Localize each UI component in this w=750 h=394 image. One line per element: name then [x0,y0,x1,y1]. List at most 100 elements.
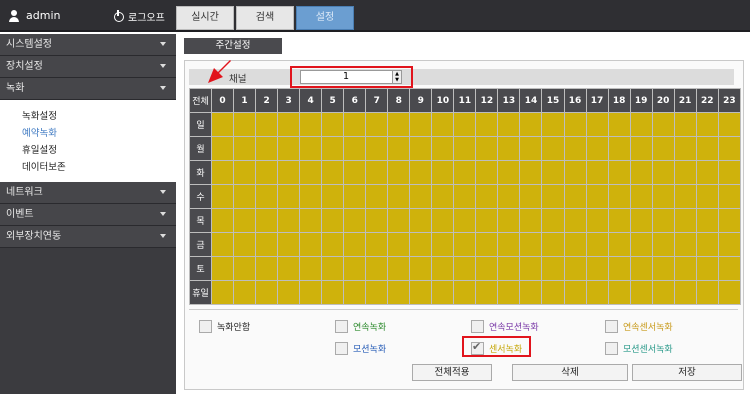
schedule-cell[interactable] [497,112,521,137]
schedule-cell[interactable] [299,256,323,281]
hour-header[interactable]: 1 [233,88,257,113]
schedule-cell[interactable] [233,232,257,257]
schedule-cell[interactable] [233,256,257,281]
schedule-cell[interactable] [607,160,631,185]
schedule-cell[interactable] [343,112,367,137]
schedule-cell[interactable] [607,280,631,305]
schedule-cell[interactable] [629,232,653,257]
schedule-cell[interactable] [255,232,279,257]
schedule-cell[interactable] [453,232,477,257]
hour-header[interactable]: 6 [343,88,367,113]
hour-header[interactable]: 20 [651,88,675,113]
schedule-cell[interactable] [255,184,279,209]
hour-header[interactable]: 17 [585,88,609,113]
menu-record[interactable]: 녹화 [0,78,176,100]
schedule-cell[interactable] [210,256,235,281]
schedule-cell[interactable] [585,184,609,209]
schedule-cell[interactable] [233,136,257,161]
schedule-cell[interactable] [431,256,455,281]
schedule-cell[interactable] [431,208,455,233]
schedule-cell[interactable] [585,208,609,233]
schedule-cell[interactable] [695,160,719,185]
schedule-cell[interactable] [365,280,389,305]
checkbox[interactable] [471,320,484,333]
schedule-cell[interactable] [651,232,675,257]
day-label[interactable]: 일 [189,112,212,137]
schedule-cell[interactable] [563,112,587,137]
schedule-cell[interactable] [695,184,719,209]
schedule-cell[interactable] [607,208,631,233]
schedule-cell[interactable] [343,232,367,257]
hour-header[interactable]: 21 [673,88,697,113]
schedule-cell[interactable] [387,208,411,233]
schedule-cell[interactable] [233,280,257,305]
tab-search[interactable]: 검색 [236,6,294,30]
legend-motion-sensor[interactable]: 모션센서녹화 [605,342,673,355]
schedule-cell[interactable] [233,184,257,209]
schedule-cell[interactable] [519,184,543,209]
schedule-cell[interactable] [519,136,543,161]
schedule-cell[interactable] [475,280,499,305]
schedule-cell[interactable] [321,232,345,257]
legend-no-record[interactable]: 녹화안함 [199,320,250,333]
schedule-cell[interactable] [585,136,609,161]
schedule-cell[interactable] [607,184,631,209]
schedule-cell[interactable] [519,232,543,257]
schedule-cell[interactable] [321,208,345,233]
day-label[interactable]: 금 [189,232,212,257]
hour-header[interactable]: 5 [321,88,345,113]
schedule-cell[interactable] [717,256,742,281]
schedule-cell[interactable] [277,232,301,257]
schedule-cell[interactable] [717,136,742,161]
schedule-cell[interactable] [431,232,455,257]
schedule-cell[interactable] [497,208,521,233]
schedule-cell[interactable] [585,232,609,257]
schedule-cell[interactable] [541,256,565,281]
schedule-cell[interactable] [409,160,433,185]
schedule-cell[interactable] [673,184,697,209]
schedule-cell[interactable] [519,280,543,305]
hour-header[interactable]: 23 [717,88,742,113]
schedule-cell[interactable] [343,256,367,281]
schedule-cell[interactable] [475,184,499,209]
schedule-cell[interactable] [563,256,587,281]
legend-continuous[interactable]: 연속녹화 [335,320,386,333]
hour-header[interactable]: 14 [519,88,543,113]
schedule-cell[interactable] [409,256,433,281]
schedule-cell[interactable] [409,136,433,161]
checkbox[interactable] [605,342,618,355]
schedule-cell[interactable] [210,280,235,305]
schedule-cell[interactable] [453,160,477,185]
schedule-cell[interactable] [541,136,565,161]
schedule-cell[interactable] [453,184,477,209]
schedule-cell[interactable] [365,136,389,161]
schedule-cell[interactable] [365,232,389,257]
schedule-cell[interactable] [497,184,521,209]
schedule-cell[interactable] [541,232,565,257]
sub-item-holiday[interactable]: 휴일설정 [0,142,176,159]
schedule-cell[interactable] [563,160,587,185]
schedule-cell[interactable] [673,208,697,233]
logout-button[interactable]: 로그오프 [114,9,165,24]
legend-motion[interactable]: 모션녹화 [335,342,386,355]
schedule-cell[interactable] [453,136,477,161]
checkbox[interactable] [335,342,348,355]
schedule-cell[interactable] [651,136,675,161]
schedule-cell[interactable] [409,112,433,137]
schedule-cell[interactable] [651,112,675,137]
schedule-cell[interactable] [299,112,323,137]
schedule-cell[interactable] [343,280,367,305]
schedule-cell[interactable] [695,280,719,305]
hour-header[interactable]: 15 [541,88,565,113]
schedule-cell[interactable] [563,136,587,161]
schedule-cell[interactable] [629,136,653,161]
sub-item-data-retention[interactable]: 데이터보존 [0,159,176,176]
hour-header[interactable]: 19 [629,88,653,113]
schedule-cell[interactable] [695,208,719,233]
schedule-cell[interactable] [210,112,235,137]
schedule-cell[interactable] [475,208,499,233]
schedule-cell[interactable] [409,280,433,305]
schedule-cell[interactable] [519,208,543,233]
spin-down-icon[interactable]: ▼ [392,77,401,83]
tab-live[interactable]: 실시간 [176,6,234,30]
